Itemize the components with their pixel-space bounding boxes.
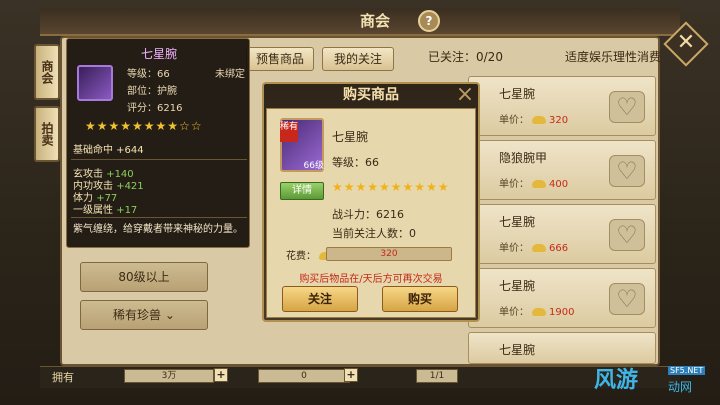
tooltip-bind-status: 未绑定 [215, 69, 245, 80]
level-tag: 66级 [303, 161, 324, 171]
item-name: 七星腕 [499, 279, 536, 293]
follower-count: 当前关注人数：0 [332, 227, 416, 240]
item-name: 七星腕 [499, 215, 536, 229]
chevron-down-icon: ⌄ [164, 308, 175, 322]
tooltip-item-name: 七星腕 [140, 47, 177, 61]
category-level80[interactable]: 80级以上 [80, 262, 208, 292]
tooltip-attr: 一级属性 +17 [73, 205, 138, 216]
rare-badge: 稀有 [280, 122, 298, 142]
item-name: 七星腕 [499, 87, 536, 101]
tooltip-score: 评分：6216 [127, 103, 183, 114]
item-price: 单价： 1900 [499, 303, 574, 318]
price-label: 单价： [499, 307, 529, 318]
tab-my-focus[interactable]: 我的关注 [322, 47, 394, 71]
category-rare-beast[interactable]: 稀有珍兽 ⌄ [80, 300, 208, 330]
category-label: 稀有珍兽 [113, 308, 162, 322]
heart-icon[interactable]: ♡ [609, 283, 645, 315]
add-silver-button[interactable]: + [214, 368, 228, 382]
side-tab-commerce[interactable]: 商会 [34, 44, 60, 100]
divider [71, 217, 247, 218]
item-price: 单价： 320 [499, 111, 568, 126]
gold-ingot-icon [532, 308, 546, 316]
gold-ingot-icon [532, 180, 546, 188]
bracer-icon [77, 65, 113, 101]
side-tab-auction[interactable]: 拍卖 [34, 106, 60, 162]
cost-value: 320 [326, 247, 452, 261]
tip-text: 适度娱乐理性消费 [565, 50, 662, 64]
price-label: 单价： [499, 115, 529, 126]
list-item[interactable]: 七星腕 单价： 320 ♡ [468, 76, 656, 136]
help-button[interactable]: ? [418, 10, 440, 32]
watermark-site: SF5.NET [668, 366, 706, 375]
price-label: 单价： [499, 243, 529, 254]
heart-icon[interactable]: ♡ [609, 219, 645, 251]
dialog-item-name: 七星腕 [332, 130, 369, 144]
page-title: 商会 [359, 12, 390, 30]
price-label: 单价： [499, 179, 529, 190]
tab-presale[interactable]: 预售商品 [246, 47, 314, 71]
dialog-item-level: 等级：66 [332, 156, 379, 169]
gold-balance: 0 [258, 369, 350, 383]
buy-button[interactable]: 购买 [382, 286, 458, 312]
dialog-title: 购买商品 [343, 87, 399, 103]
silver-balance: 3万 [124, 369, 214, 383]
gold-ingot-icon [532, 116, 546, 124]
item-tooltip: 七星腕 等级：66 未绑定 部位：护腕 评分：6216 ★★★★★★★★☆☆ 基… [66, 38, 250, 248]
watermark-logo: 风游 [594, 368, 639, 393]
gold-ingot-icon [532, 244, 546, 252]
divider [71, 159, 247, 160]
follow-count: 已关注：0/20 [428, 50, 503, 64]
list-item[interactable]: 七星腕 [468, 332, 656, 364]
price-value: 400 [549, 179, 569, 190]
follow-button[interactable]: 关注 [282, 286, 358, 312]
price-value: 1900 [549, 307, 575, 318]
list-item[interactable]: 隐狼腕甲 单价： 400 ♡ [468, 140, 656, 200]
owned-label: 拥有 [52, 371, 74, 384]
item-price: 单价： 400 [499, 175, 568, 190]
tooltip-part: 部位：护腕 [127, 86, 177, 97]
star-rating: ★★★★★★★★☆☆ [85, 119, 203, 133]
tooltip-description: 紫气缠绕，给穿戴者带来神秘的力量。 [73, 224, 243, 235]
price-value: 320 [549, 115, 569, 126]
item-name: 七星腕 [499, 343, 536, 357]
combat-power: 战斗力：6216 [332, 208, 404, 221]
list-item[interactable]: 七星腕 单价： 666 ♡ [468, 204, 656, 264]
add-gold-button[interactable]: + [344, 368, 358, 382]
tooltip-base-attr: 基础命中 +644 [73, 145, 144, 156]
watermark-sub: 动网 [668, 380, 693, 394]
item-price: 单价： 666 [499, 239, 568, 254]
close-button[interactable]: ✕ [670, 28, 702, 60]
page-indicator: 1/1 [416, 369, 458, 383]
details-button[interactable]: 详情 [280, 182, 324, 200]
price-value: 666 [549, 243, 569, 254]
star-rating: ★★★★★★★★★★ [332, 180, 450, 194]
list-item[interactable]: 七星腕 单价： 1900 ♡ [468, 268, 656, 328]
tooltip-level: 等级：66 [127, 69, 170, 80]
trade-warning: 购买后物品在/天后方可再次交易 [299, 274, 443, 285]
item-name: 隐狼腕甲 [499, 151, 548, 165]
heart-icon[interactable]: ♡ [609, 91, 645, 123]
dialog-close-button[interactable]: × [452, 84, 478, 106]
heart-icon[interactable]: ♡ [609, 155, 645, 187]
